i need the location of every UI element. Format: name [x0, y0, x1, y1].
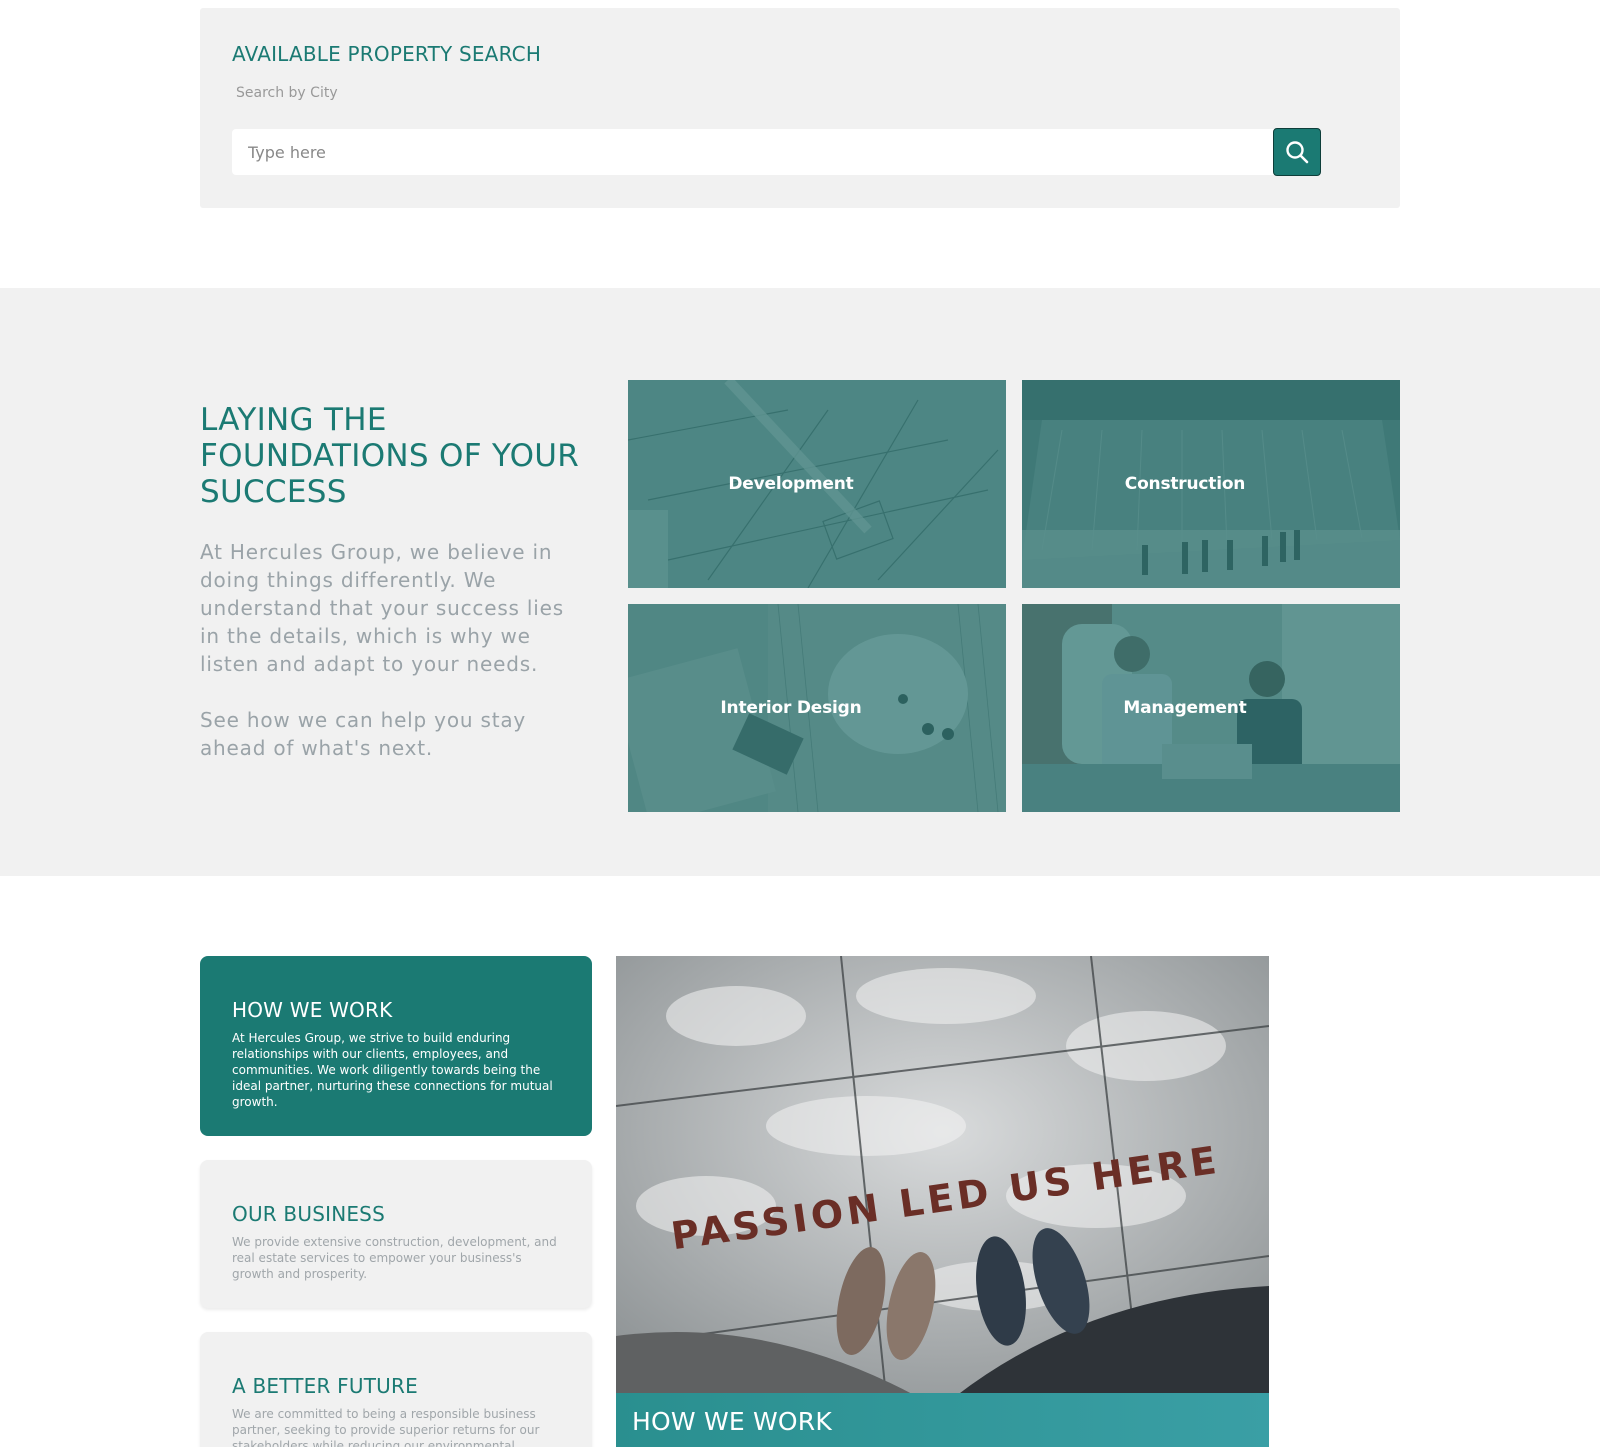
passion-photo: PASSION LED US HERE [616, 956, 1269, 1396]
pavement-shoes-image: PASSION LED US HERE [616, 956, 1269, 1396]
property-search-title: AVAILABLE PROPERTY SEARCH [232, 42, 542, 66]
our-business-card-text: We provide extensive construction, devel… [232, 1235, 557, 1281]
property-search-panel: AVAILABLE PROPERTY SEARCH Search by City [200, 8, 1400, 208]
search-icon [1286, 141, 1309, 164]
foundations-heading: LAYING THE FOUNDATIONS OF YOUR SUCCESS [200, 402, 580, 510]
service-tile-construction[interactable]: Construction [1022, 380, 1400, 588]
tile-label-development: Development [728, 474, 854, 494]
city-search-input[interactable] [232, 129, 1274, 175]
tile-label-construction: Construction [1124, 474, 1246, 494]
our-business-card-title: OUR BUSINESS [232, 1202, 385, 1226]
service-tile-interior-design[interactable]: Interior Design [628, 604, 1006, 812]
service-tile-development[interactable]: Development [628, 380, 1006, 588]
search-by-city-label: Search by City [236, 85, 338, 101]
foundations-section: LAYING THE FOUNDATIONS OF YOUR SUCCESS A… [0, 288, 1600, 876]
search-button[interactable] [1273, 128, 1321, 176]
better-future-card-title: A BETTER FUTURE [232, 1374, 418, 1398]
how-we-work-card-text: At Hercules Group, we strive to build en… [232, 1031, 553, 1109]
service-tile-management[interactable]: Management [1022, 604, 1400, 812]
foundations-cta-text: See how we can help you stay ahead of wh… [200, 708, 527, 760]
foundations-intro-text: At Hercules Group, we believe in doing t… [200, 540, 564, 676]
better-future-card-text: We are committed to being a responsible … [232, 1407, 540, 1447]
photo-caption-bar: HOW WE WORK [616, 1393, 1269, 1447]
how-we-work-card[interactable]: HOW WE WORK At Hercules Group, we strive… [200, 956, 592, 1136]
better-future-card[interactable]: A BETTER FUTURE We are committed to bein… [200, 1332, 592, 1447]
our-business-card[interactable]: OUR BUSINESS We provide extensive constr… [200, 1160, 592, 1308]
tile-label-interior-design: Interior Design [720, 698, 862, 718]
photo-caption-title: HOW WE WORK [632, 1407, 832, 1436]
how-we-work-card-title: HOW WE WORK [232, 998, 393, 1022]
tile-label-management: Management [1123, 698, 1247, 718]
